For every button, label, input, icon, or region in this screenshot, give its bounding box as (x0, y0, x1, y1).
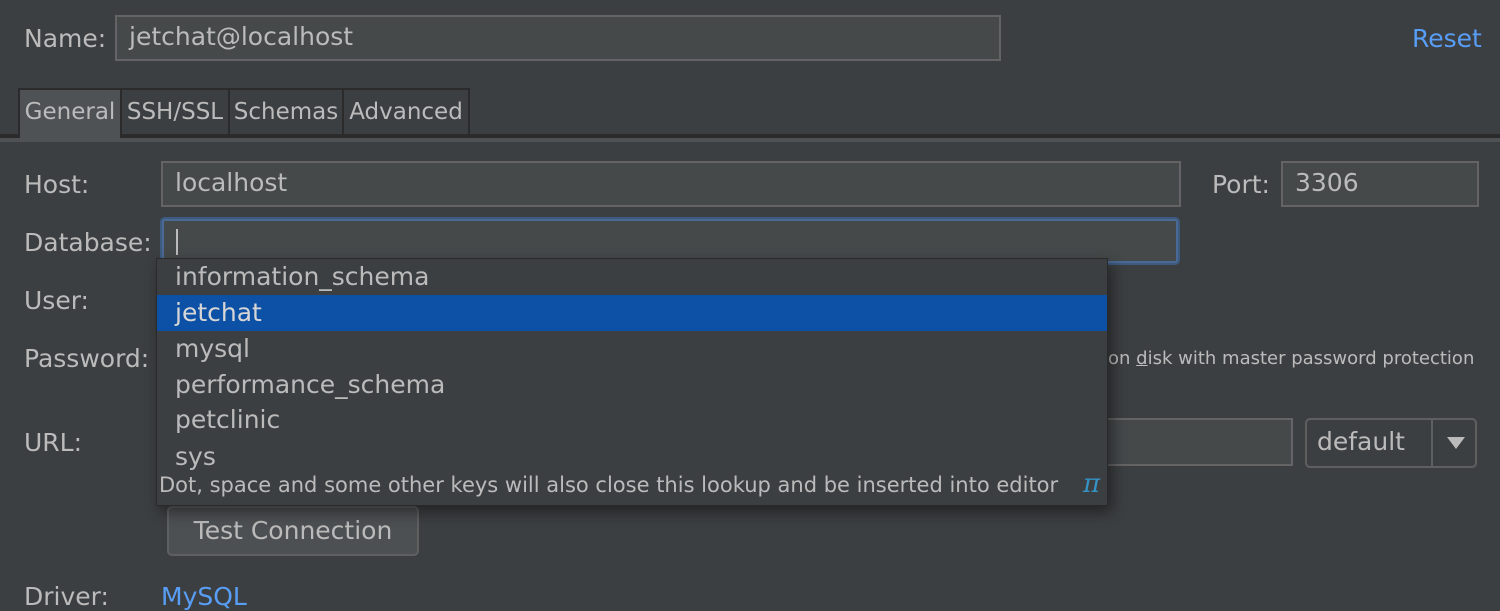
port-input[interactable]: 3306 (1281, 161, 1479, 207)
lookup-item[interactable]: information_schema (157, 259, 1107, 295)
url-mode-value: default (1317, 427, 1405, 456)
name-label: Name: (24, 24, 107, 53)
lookup-item-selected[interactable]: jetchat (157, 295, 1107, 331)
lookup-item[interactable]: performance_schema (157, 367, 1107, 403)
user-label: User: (24, 286, 89, 315)
url-label: URL: (24, 428, 83, 457)
host-label: Host: (24, 170, 90, 199)
tab-schemas[interactable]: Schemas (228, 88, 344, 134)
lookup-hint: Dot, space and some other keys will also… (159, 473, 1059, 497)
lookup-item[interactable]: petclinic (157, 402, 1107, 438)
database-lookup-popup: information_schema jetchat mysql perform… (156, 258, 1108, 506)
chevron-down-icon[interactable] (1447, 437, 1465, 449)
database-input[interactable] (162, 219, 1178, 263)
port-label: Port: (1212, 170, 1270, 199)
dropdown-separator (1431, 420, 1433, 466)
reset-link[interactable]: Reset (1412, 24, 1482, 53)
driver-link[interactable]: MySQL (161, 582, 247, 611)
tab-ssh-ssl[interactable]: SSH/SSL (120, 88, 230, 134)
lookup-item[interactable]: mysql (157, 331, 1107, 367)
tab-advanced[interactable]: Advanced (342, 88, 470, 134)
save-option-mnemonic: d (1136, 348, 1148, 369)
text-caret (176, 229, 178, 255)
save-option-prefix: on (1108, 348, 1137, 369)
host-input[interactable]: localhost (161, 161, 1181, 207)
test-connection-button[interactable]: Test Connection (167, 506, 419, 556)
save-password-option[interactable]: on disk with master password protection (1108, 348, 1474, 369)
save-option-suffix: isk with master password protection (1147, 348, 1475, 369)
tab-general[interactable]: General (18, 88, 122, 138)
url-mode-dropdown[interactable]: default (1305, 418, 1477, 468)
tab-content-edge (0, 138, 1500, 142)
driver-label: Driver: (24, 582, 109, 611)
name-input[interactable]: jetchat@localhost (115, 15, 1001, 61)
password-label: Password: (24, 344, 150, 373)
database-label: Database: (24, 228, 152, 257)
pi-icon[interactable]: π (1083, 469, 1100, 499)
lookup-item[interactable]: sys (157, 439, 1107, 475)
